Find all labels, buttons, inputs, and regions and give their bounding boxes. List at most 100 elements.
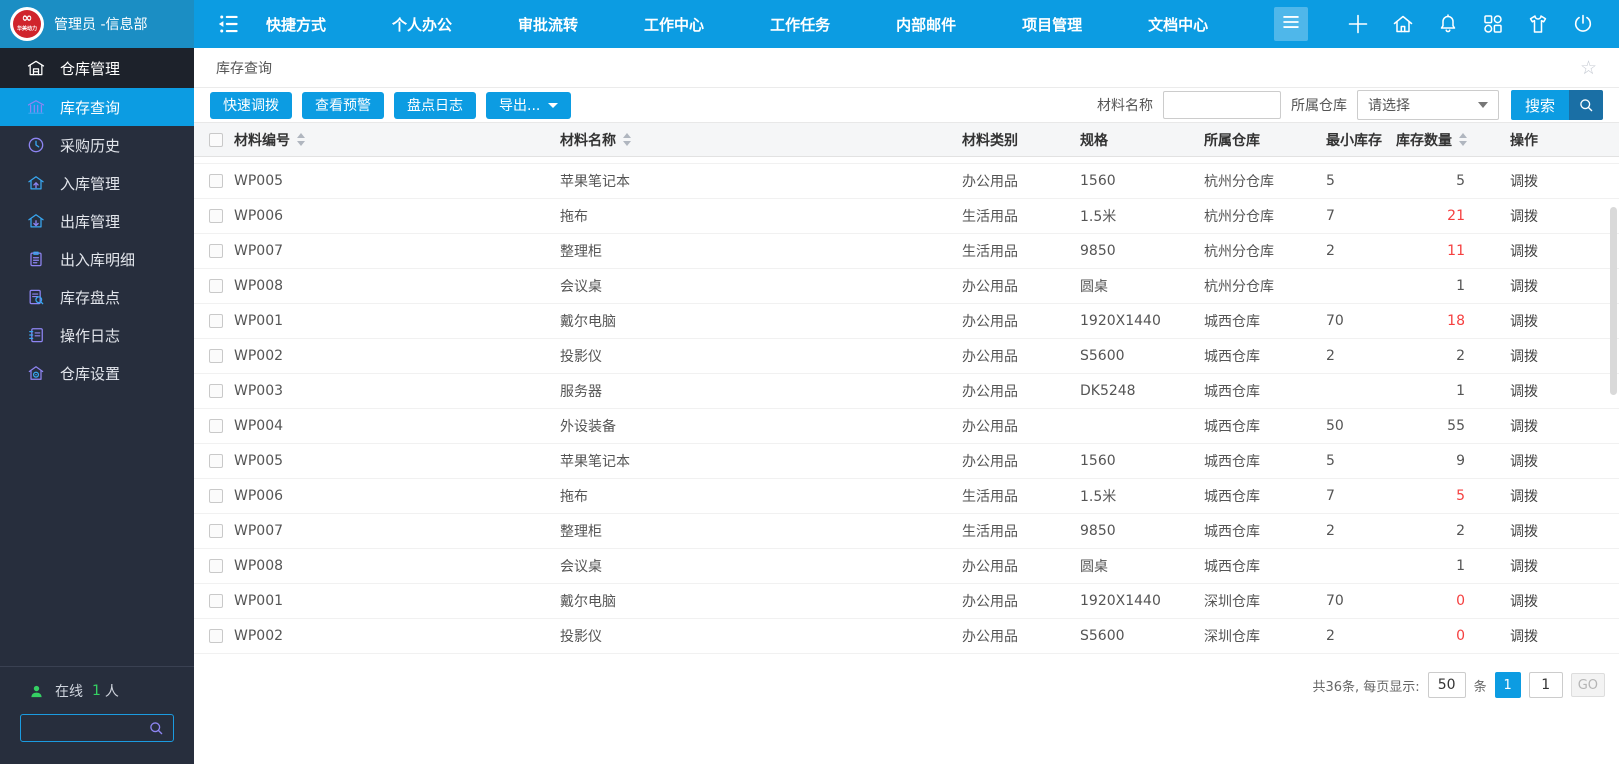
cell-warehouse: 城西仓库 [1204,524,1260,540]
main-nav: 快捷方式 个人办公 审批流转 工作中心 工作任务 内部邮件 项目管理 文档中心 [266,14,1274,35]
hamburger-icon [1280,11,1302,37]
sidebar-search-icon[interactable] [147,719,165,737]
select-all-checkbox[interactable] [209,132,223,147]
row-checkbox[interactable] [209,174,223,188]
nav-item-2[interactable]: 审批流转 [518,14,578,35]
go-button[interactable]: GO [1570,673,1605,697]
page-size-input[interactable] [1427,672,1466,698]
transfer-link[interactable]: 调拨 [1467,556,1619,576]
nav-item-7[interactable]: 文档中心 [1148,14,1208,35]
transfer-link[interactable]: 调拨 [1467,521,1619,541]
sidebar-item-purchase-history[interactable]: 采购历史 [0,126,194,164]
sidebar-search-input[interactable] [29,720,147,736]
home-icon[interactable] [1391,12,1415,36]
nav-item-3[interactable]: 工作中心 [644,14,704,35]
sort-arrows-icon[interactable] [297,133,305,146]
transfer-link[interactable]: 调拨 [1467,311,1619,331]
nav-item-6[interactable]: 项目管理 [1022,14,1082,35]
transfer-link[interactable]: 调拨 [1467,451,1619,471]
sidebar-item-inbound-management[interactable]: 入库管理 [0,164,194,202]
apps-icon[interactable] [1481,12,1505,36]
transfer-link[interactable]: 调拨 [1467,171,1619,191]
sidebar-item-warehouse-settings[interactable]: 仓库设置 [0,354,194,392]
chevron-down-icon [1477,102,1488,108]
warehouse-select[interactable]: 请选择 [1356,90,1499,120]
row-checkbox[interactable] [209,209,223,223]
transfer-link[interactable]: 调拨 [1467,381,1619,401]
transfer-link[interactable]: 调拨 [1467,241,1619,261]
sort-arrows-icon[interactable] [623,133,631,146]
sidebar-item-inout-detail[interactable]: 出入库明细 [0,240,194,278]
breadcrumb: 库存查询 ☆ [194,48,1619,88]
vertical-scrollbar[interactable] [1610,207,1617,395]
sidebar-section-warehouse-management[interactable]: 仓库管理 [0,48,194,88]
page-jump-input[interactable] [1528,672,1563,698]
nav-item-1[interactable]: 个人办公 [392,14,452,35]
row-checkbox[interactable] [209,349,223,363]
column-header-1[interactable]: 材料编号 [234,130,560,150]
partial-scrolled-row [194,157,1619,164]
cell-min-stock: 5 [1326,173,1335,189]
cell-stock-qty: 1 [1456,383,1465,399]
nav-item-0[interactable]: 快捷方式 [266,14,326,35]
favorite-star-icon[interactable]: ☆ [1580,57,1597,79]
collapse-menu-icon[interactable] [214,9,244,39]
transfer-link[interactable]: 调拨 [1467,276,1619,296]
table-row: WP001 戴尔电脑 办公用品 1920X1440 深圳仓库 70 0 调拨 [194,584,1619,619]
cell-category: 办公用品 [962,314,1018,330]
more-menus-button[interactable] [1274,7,1309,41]
bell-icon[interactable] [1436,12,1460,36]
toolbar-buttons: 快速调拨 查看预警 盘点日志 导出... [210,91,581,119]
cell-stock-qty: 55 [1447,418,1465,434]
current-page-button[interactable]: 1 [1494,672,1521,698]
transfer-link[interactable]: 调拨 [1467,626,1619,646]
column-header-2[interactable]: 材料名称 [560,130,962,150]
row-checkbox[interactable] [209,454,223,468]
sidebar-item-operation-log[interactable]: 操作日志 [0,316,194,354]
table-header: 材料编号 材料名称 材料类别 规格 所属仓库 最小库存 库存数量 操作 [194,122,1619,157]
column-header-6: 最小库存 [1326,132,1382,149]
row-checkbox[interactable] [209,244,223,258]
table-row: WP002 投影仪 办公用品 S5600 深圳仓库 2 0 调拨 [194,619,1619,654]
view-alerts-button[interactable]: 查看预警 [302,91,384,119]
sidebar-item-stocktake[interactable]: 库存盘点 [0,278,194,316]
sidebar-item-outbound-management[interactable]: 出库管理 [0,202,194,240]
column-header-8: 操作 [1510,132,1538,149]
material-name-input[interactable] [1162,91,1281,119]
sidebar-menu: 库存查询 采购历史 入库管理 出库管理 出入库明细 库存盘点 操作日志 仓库设置 [0,88,194,392]
sort-arrows-icon[interactable] [1459,133,1467,146]
company-logo: ∞ 华美动力 [10,7,44,41]
row-checkbox[interactable] [209,559,223,573]
export-button[interactable]: 导出... [486,91,572,119]
row-checkbox[interactable] [209,384,223,398]
row-checkbox[interactable] [209,314,223,328]
stocktake-log-button[interactable]: 盘点日志 [394,91,476,119]
transfer-link[interactable]: 调拨 [1467,206,1619,226]
column-header-7[interactable]: 库存数量 [1394,130,1467,150]
transfer-link[interactable]: 调拨 [1467,486,1619,506]
app-window: ∞ 华美动力 管理员 -信息部 快捷方式 个人办公 审批流转 工作中心 工作任务… [0,0,1619,764]
row-checkbox[interactable] [209,419,223,433]
sidebar-item-inventory-query[interactable]: 库存查询 [0,88,194,126]
row-checkbox[interactable] [209,524,223,538]
cell-warehouse: 城西仓库 [1204,384,1260,400]
row-checkbox[interactable] [209,279,223,293]
cell-warehouse: 杭州分仓库 [1204,279,1274,295]
transfer-link[interactable]: 调拨 [1467,346,1619,366]
search-button[interactable]: 搜索 [1510,90,1603,120]
transfer-link[interactable]: 调拨 [1467,591,1619,611]
power-icon[interactable] [1571,12,1595,36]
table-row: WP006 拖布 生活用品 1.5米 城西仓库 7 5 调拨 [194,479,1619,514]
transfer-link[interactable]: 调拨 [1467,416,1619,436]
theme-icon[interactable] [1526,12,1550,36]
nav-item-4[interactable]: 工作任务 [770,14,830,35]
plus-icon[interactable] [1346,12,1370,36]
row-checkbox[interactable] [209,594,223,608]
table-body: WP005 苹果笔记本 办公用品 1560 杭州分仓库 5 5 调拨 WP006… [194,164,1619,654]
row-checkbox[interactable] [209,629,223,643]
quick-transfer-button[interactable]: 快速调拨 [210,91,292,119]
nav-item-5[interactable]: 内部邮件 [896,14,956,35]
cell-min-stock: 7 [1326,208,1335,224]
cell-stock-qty: 2 [1456,348,1465,364]
row-checkbox[interactable] [209,489,223,503]
